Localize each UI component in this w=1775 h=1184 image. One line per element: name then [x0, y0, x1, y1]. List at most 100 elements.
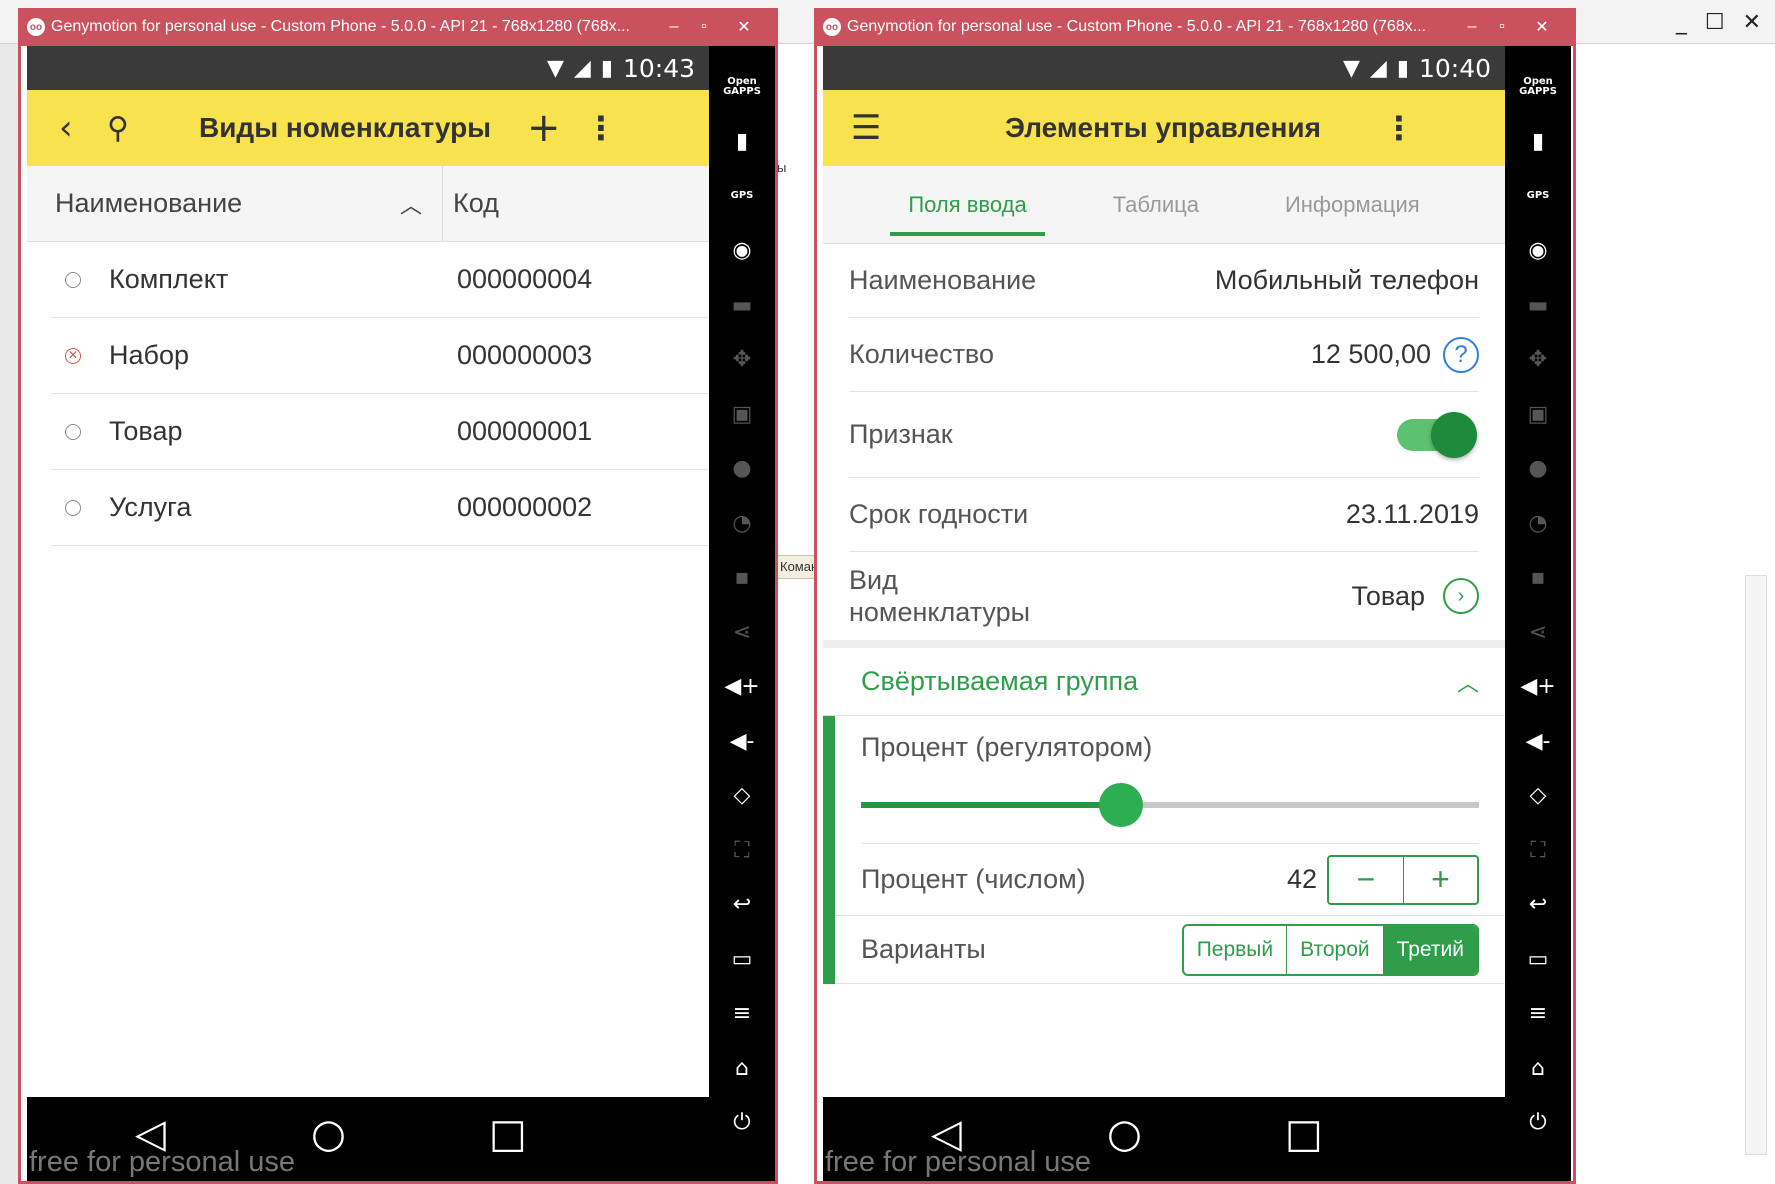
- recent-key-icon[interactable]: ▭: [1505, 932, 1571, 987]
- battery-widget-icon[interactable]: ▮: [709, 115, 775, 170]
- field-label: Вид номенклатуры: [849, 565, 1030, 627]
- quantity-stepper: − +: [1327, 854, 1479, 905]
- collapse-icon[interactable]: ︿: [1457, 666, 1479, 698]
- sms-icon[interactable]: ▪: [1505, 551, 1571, 606]
- close-icon[interactable]: ✕: [1517, 17, 1567, 37]
- opengapps-icon[interactable]: Open GAPPS: [709, 60, 775, 115]
- share-icon[interactable]: ⋖: [709, 605, 775, 660]
- pixel-perfect-icon[interactable]: ⛶: [1505, 823, 1571, 878]
- increment-button[interactable]: +: [1403, 856, 1477, 903]
- column-header-label: Наименование: [55, 188, 243, 218]
- table-row[interactable]: ✕ Набор 000000003: [51, 318, 709, 394]
- volume-down-icon[interactable]: ◀-: [1505, 714, 1571, 769]
- id-icon[interactable]: ▣: [1505, 387, 1571, 442]
- field-expiry[interactable]: Срок годности 23.11.2019: [849, 478, 1479, 552]
- column-header-name[interactable]: Наименование ︿: [27, 166, 443, 241]
- add-icon[interactable]: +: [527, 105, 561, 151]
- group-title: Свёртываемая группа: [861, 666, 1139, 696]
- close-icon[interactable]: ✕: [719, 17, 769, 37]
- variant-option-1[interactable]: Первый: [1184, 926, 1286, 974]
- slider-thumb[interactable]: [1098, 783, 1143, 827]
- table-row[interactable]: Комплект 000000004: [51, 242, 709, 318]
- column-header-code[interactable]: Код: [443, 166, 499, 241]
- pixel-perfect-icon[interactable]: ⛶: [709, 823, 775, 878]
- menu-key-icon[interactable]: ≡: [709, 987, 775, 1042]
- rotate-icon[interactable]: ◇: [1505, 769, 1571, 824]
- collapsible-group-header[interactable]: Свёртываемая группа ︿: [823, 640, 1505, 716]
- nav-home-icon[interactable]: ○: [1107, 1111, 1142, 1157]
- maximize-icon[interactable]: ▫: [1487, 18, 1517, 36]
- table-row[interactable]: Услуга 000000002: [51, 470, 709, 546]
- field-label: Наименование: [849, 265, 1037, 295]
- back-key-icon[interactable]: ↩: [1505, 878, 1571, 933]
- disk-icon[interactable]: ●: [709, 442, 775, 497]
- webcam-icon[interactable]: ◉: [1505, 224, 1571, 279]
- volume-up-icon[interactable]: ◀+: [1505, 660, 1571, 715]
- cast-icon[interactable]: ◔: [709, 496, 775, 551]
- more-icon[interactable]: ⋮: [1383, 109, 1415, 147]
- flag-toggle[interactable]: [1397, 411, 1477, 458]
- capture-icon[interactable]: ▬: [709, 278, 775, 333]
- variant-option-2[interactable]: Второй: [1286, 925, 1382, 974]
- sort-asc-icon[interactable]: ︿: [400, 188, 422, 220]
- help-icon[interactable]: ?: [1443, 336, 1479, 373]
- share-icon[interactable]: ⋖: [1505, 605, 1571, 660]
- tab-input-fields[interactable]: Поля ввода: [890, 182, 1046, 236]
- more-icon[interactable]: ⋮: [585, 109, 617, 147]
- nav-recents-icon[interactable]: □: [489, 1111, 527, 1157]
- field-kind[interactable]: Вид номенклатуры Товар ›: [849, 552, 1479, 640]
- recent-key-icon[interactable]: ▭: [709, 932, 775, 987]
- search-icon[interactable]: ⚲: [107, 111, 129, 146]
- battery-widget-icon[interactable]: ▮: [1505, 115, 1571, 170]
- page-title: Элементы управления: [1005, 112, 1321, 143]
- volume-up-icon[interactable]: ◀+: [709, 660, 775, 715]
- rotate-icon[interactable]: ◇: [709, 769, 775, 824]
- table-row[interactable]: Товар 000000001: [51, 394, 709, 470]
- field-value: Мобильный телефон: [1214, 265, 1479, 295]
- percent-number-value[interactable]: 42: [1287, 864, 1317, 895]
- open-chevron-icon[interactable]: ›: [1443, 578, 1479, 614]
- emulator-window-2: oo Genymotion for personal use - Custom …: [814, 8, 1576, 1184]
- variant-option-3[interactable]: Третий: [1382, 925, 1477, 974]
- minimize-icon[interactable]: –: [1457, 18, 1487, 36]
- sms-icon[interactable]: ▪: [709, 551, 775, 606]
- maximize-icon[interactable]: ▫: [689, 18, 719, 36]
- menu-icon[interactable]: ☰: [851, 108, 881, 148]
- tab-table[interactable]: Таблица: [1095, 182, 1217, 228]
- minimize-icon[interactable]: _: [1676, 10, 1687, 35]
- nav-home-icon[interactable]: ○: [311, 1111, 346, 1157]
- gps-icon[interactable]: GPS: [709, 169, 775, 224]
- home-key-icon[interactable]: ⌂: [1505, 1041, 1571, 1096]
- field-name[interactable]: Наименование Мобильный телефон: [849, 244, 1479, 318]
- home-key-icon[interactable]: ⌂: [709, 1041, 775, 1096]
- percent-slider[interactable]: [861, 783, 1479, 827]
- wifi-icon: ▼: [1343, 55, 1360, 81]
- page-title: Виды номенклатуры: [199, 112, 492, 143]
- back-key-icon[interactable]: ↩: [709, 878, 775, 933]
- dpad-icon[interactable]: ✥: [1505, 333, 1571, 388]
- gps-icon[interactable]: GPS: [1505, 169, 1571, 224]
- radio-icon: [65, 499, 81, 516]
- disk-icon[interactable]: ●: [1505, 442, 1571, 497]
- nav-recents-icon[interactable]: □: [1285, 1111, 1323, 1157]
- id-icon[interactable]: ▣: [709, 387, 775, 442]
- power-icon[interactable]: ⏻: [1505, 1096, 1571, 1151]
- host-scrollbar[interactable]: [1745, 575, 1767, 1155]
- power-icon[interactable]: ⏻: [709, 1096, 775, 1151]
- phone-screen: ▼ ◢ ▮ 10:43 ‹ ⚲ Виды номенклатуры + ⋮ На…: [27, 46, 709, 1181]
- capture-icon[interactable]: ▬: [1505, 278, 1571, 333]
- field-quantity[interactable]: Количество 12 500,00 ?: [849, 318, 1479, 392]
- wifi-icon: ▼: [547, 55, 564, 81]
- dpad-icon[interactable]: ✥: [709, 333, 775, 388]
- volume-down-icon[interactable]: ◀-: [709, 714, 775, 769]
- webcam-icon[interactable]: ◉: [709, 224, 775, 279]
- close-icon[interactable]: ✕: [1743, 10, 1761, 35]
- cast-icon[interactable]: ◔: [1505, 496, 1571, 551]
- back-icon[interactable]: ‹: [59, 108, 73, 148]
- minimize-icon[interactable]: –: [659, 18, 689, 36]
- decrement-button[interactable]: −: [1329, 857, 1403, 903]
- opengapps-icon[interactable]: Open GAPPS: [1505, 60, 1571, 115]
- menu-key-icon[interactable]: ≡: [1505, 987, 1571, 1042]
- tab-info[interactable]: Информация: [1267, 182, 1438, 228]
- maximize-icon[interactable]: ☐: [1705, 10, 1725, 35]
